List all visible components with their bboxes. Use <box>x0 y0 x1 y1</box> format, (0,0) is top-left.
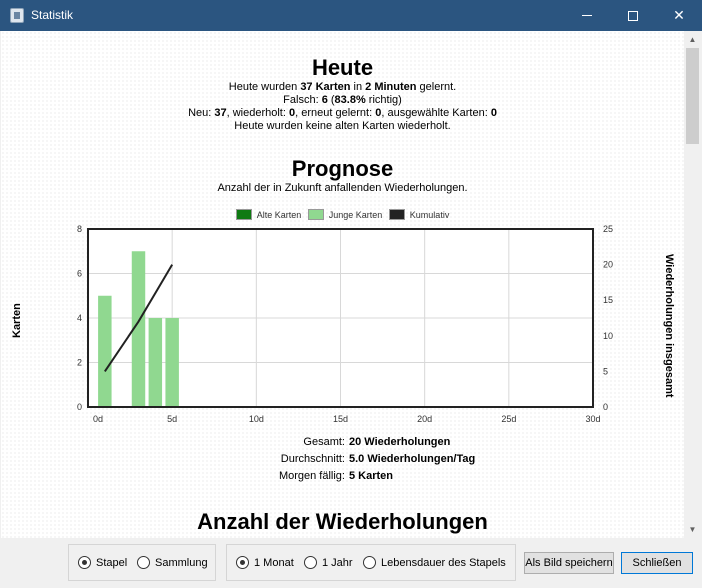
app-icon <box>10 8 24 23</box>
x-tick-label: 30d <box>585 414 600 424</box>
x-tick-label: 15d <box>333 414 348 424</box>
legend-swatch <box>235 209 252 220</box>
y-tick-label: 6 <box>77 269 82 279</box>
today-line-old: Heute wurden keine alten Karten wiederho… <box>234 120 451 132</box>
y-tick-label: 2 <box>77 358 82 368</box>
bottom-bar: Stapel Sammlung 1 Monat 1 Jahr Lebensdau… <box>0 538 702 588</box>
today-line-wrong: Falsch: 6 (83.8% richtig) <box>283 94 402 106</box>
forecast-subtitle: Anzahl der in Zukunft anfallenden Wieder… <box>217 182 468 194</box>
period-radio-group: 1 Monat 1 Jahr Lebensdauer des Stapels <box>226 544 516 581</box>
bar-junge-karten <box>148 318 163 407</box>
today-line-studied: Heute wurden 37 Karten in 2 Minuten gele… <box>228 81 457 93</box>
y-tick-label: 0 <box>77 402 82 412</box>
legend-item-kumulativ: Kumulativ <box>388 209 449 220</box>
radio-unselected-icon <box>363 556 376 569</box>
forecast-chart: 0d 5d 10d 15d 20d 25d 30d024680510152025 <box>77 224 613 424</box>
bar-junge-karten <box>165 318 179 407</box>
scope-radio-group: Stapel Sammlung <box>68 544 216 581</box>
x-tick-label: 10d <box>249 414 264 424</box>
x-tick-label: 25d <box>501 414 516 424</box>
x-tick-label: 5d <box>167 414 177 424</box>
scroll-up-icon[interactable]: ▲ <box>684 31 701 48</box>
stats-content[interactable]: Heute Heute wurden 37 Karten in 2 Minute… <box>1 31 684 538</box>
reviews-heading: Anzahl der Wiederholungen <box>197 509 488 534</box>
x-tick-label: 0d <box>93 414 103 424</box>
y2-tick-label: 0 <box>603 402 608 412</box>
today-section: Heute Heute wurden 37 Karten in 2 Minute… <box>1 55 684 133</box>
today-line-breakdown: Neu: 37, wiederholt: 0, erneut gelernt: … <box>188 107 497 119</box>
title-bar: Statistik ✕ <box>0 0 702 31</box>
y-tick-label: 4 <box>77 313 82 323</box>
maximize-button[interactable] <box>610 0 656 31</box>
minimize-button[interactable] <box>564 0 610 31</box>
y-tick-label: 8 <box>77 224 82 234</box>
x-tick-label: 20d <box>417 414 432 424</box>
radio-unselected-icon <box>137 556 150 569</box>
radio-sammlung[interactable]: Sammlung <box>137 556 208 569</box>
radio-1-monat[interactable]: 1 Monat <box>236 556 294 569</box>
close-window-button[interactable]: ✕ <box>656 0 702 31</box>
close-icon: ✕ <box>673 7 685 23</box>
radio-stapel[interactable]: Stapel <box>78 556 127 569</box>
radio-selected-icon <box>236 556 249 569</box>
vertical-scrollbar[interactable]: ▲ ▼ <box>684 31 701 538</box>
legend-swatch <box>307 209 324 220</box>
radio-lebensdauer[interactable]: Lebensdauer des Stapels <box>363 556 506 569</box>
maximize-icon <box>628 10 638 21</box>
radio-unselected-icon <box>304 556 317 569</box>
scroll-thumb[interactable] <box>686 48 699 144</box>
legend-item-junge: Junge Karten <box>307 209 382 220</box>
legend-swatch <box>388 209 405 220</box>
minimize-icon <box>582 15 592 16</box>
close-button[interactable]: Schließen <box>621 552 693 574</box>
summary-row: Gesamt: 20 Wiederholungen <box>303 436 451 448</box>
bar-junge-karten <box>98 295 112 407</box>
summary-row: Durchschnitt: 5.0 Wiederholungen/Tag <box>280 453 476 465</box>
y2-tick-label: 15 <box>603 295 613 305</box>
window-title: Statistik <box>31 8 74 22</box>
reviews-section: Anzahl der Wiederholungen <box>1 509 684 535</box>
y2-tick-label: 10 <box>603 331 613 341</box>
y2-tick-label: 25 <box>603 224 613 234</box>
summary-row: Morgen fällig: 5 Karten <box>278 470 394 482</box>
legend-item-alte: Alte Karten <box>235 209 301 220</box>
forecast-heading: Prognose <box>291 156 394 181</box>
radio-selected-icon <box>78 556 91 569</box>
radio-1-jahr[interactable]: 1 Jahr <box>304 556 353 569</box>
save-as-image-button[interactable]: Als Bild speichern <box>524 552 614 574</box>
today-heading: Heute <box>311 55 374 80</box>
forecast-section: Prognose Anzahl der in Zukunft anfallend… <box>1 156 684 195</box>
y2-tick-label: 20 <box>603 260 613 270</box>
scroll-down-icon[interactable]: ▼ <box>684 521 701 538</box>
y2-tick-label: 5 <box>603 366 608 376</box>
